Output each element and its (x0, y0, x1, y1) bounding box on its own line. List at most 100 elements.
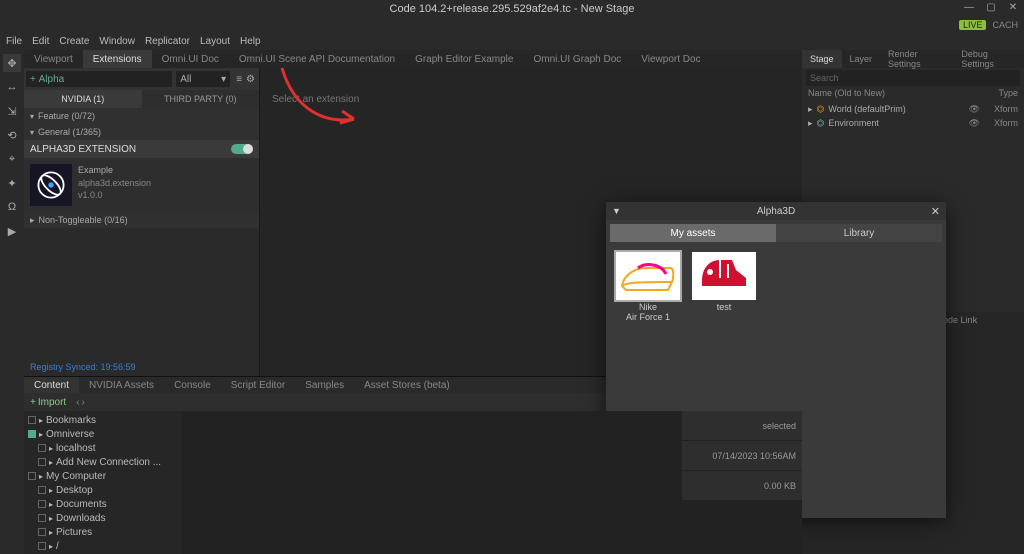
tab-samples[interactable]: Samples (295, 377, 354, 393)
tab-viewport[interactable]: Viewport (24, 50, 83, 68)
list-icon[interactable]: ≡ (236, 74, 242, 85)
tree-item[interactable]: ▸My Computer (24, 469, 182, 483)
extension-filter-dropdown[interactable]: All ▾ (176, 71, 230, 87)
folder-icon: ▸ (49, 500, 53, 509)
tool-button[interactable]: ▶ (3, 222, 21, 240)
menu-layout[interactable]: Layout (200, 36, 230, 47)
tab-nvidia[interactable]: NVIDIA (1) (24, 90, 142, 108)
extension-search-input[interactable]: + Alpha (26, 71, 172, 87)
chevron-down-icon: ▾ (30, 112, 34, 121)
tab-thirdparty[interactable]: THIRD PARTY (0) (142, 90, 260, 108)
group-nontoggle[interactable]: ▸ Non-Toggleable (0/16) (24, 212, 259, 228)
col-type[interactable]: Type (998, 88, 1018, 102)
menu-edit[interactable]: Edit (32, 36, 49, 47)
menu-help[interactable]: Help (240, 36, 261, 47)
tool-button[interactable]: ✥ (3, 54, 21, 72)
chevron-down-icon: ▾ (30, 128, 34, 137)
tree-item[interactable]: ▸Desktop (24, 483, 182, 497)
status-strip: LIVE CACH (0, 18, 1024, 32)
maximize-icon[interactable]: ▢ (984, 2, 998, 13)
folder-icon: ▸ (49, 514, 53, 523)
tree-item[interactable]: ▸Pictures (24, 525, 182, 539)
col-name[interactable]: Name (Old to New) (808, 88, 885, 102)
tab-viewport-doc[interactable]: Viewport Doc (631, 50, 710, 68)
expand-box-icon[interactable] (28, 472, 36, 480)
close-icon[interactable]: ✕ (1006, 2, 1020, 13)
tab-asset-stores-beta-[interactable]: Asset Stores (beta) (354, 377, 460, 393)
tab-graph-editor-example[interactable]: Graph Editor Example (405, 50, 523, 68)
expand-box-icon[interactable] (28, 430, 36, 438)
tool-rail: ✥ ↔ ⇲ ⟲ ⌖ ✦ Ω ▶ (0, 50, 24, 554)
window-controls: — ▢ ✕ (962, 2, 1020, 13)
tab-omni-ui-doc[interactable]: Omni.UI Doc (152, 50, 229, 68)
menu-file[interactable]: File (6, 36, 22, 47)
visibility-icon[interactable]: 👁 (969, 118, 980, 129)
tab-script-editor[interactable]: Script Editor (221, 377, 295, 393)
group-feature[interactable]: ▾ Feature (0/72) (24, 108, 259, 124)
stage-row[interactable]: ▸⏣Environment👁Xform (802, 116, 1024, 130)
minimize-icon[interactable]: — (962, 2, 976, 13)
menu-window[interactable]: Window (99, 36, 135, 47)
folder-icon: ▸ (49, 444, 53, 453)
visibility-icon[interactable]: 👁 (969, 104, 980, 115)
expand-box-icon[interactable] (38, 486, 46, 494)
tab-my-assets[interactable]: My assets (610, 224, 776, 242)
tab-omni-ui-graph-doc[interactable]: Omni.UI Graph Doc (523, 50, 631, 68)
tool-button[interactable]: ✦ (3, 174, 21, 192)
tab-render-settings[interactable]: Render Settings (880, 50, 953, 68)
tool-button[interactable]: ↔ (3, 78, 21, 96)
extension-card-header[interactable]: ALPHA3D EXTENSION (24, 140, 259, 158)
import-button[interactable]: + Import ‹ › (30, 397, 85, 408)
app-title: Code 104.2+release.295.529af2e4.tc - New… (390, 3, 635, 15)
folder-icon: ▸ (49, 458, 53, 467)
file-grid[interactable]: selected 07/14/2023 10:56AM 0.00 KB (182, 411, 802, 554)
tab-library[interactable]: Library (776, 224, 942, 242)
expand-box-icon[interactable] (38, 542, 46, 550)
tree-item[interactable]: ▸Bookmarks (24, 413, 182, 427)
menu-create[interactable]: Create (59, 36, 89, 47)
stage-search-input[interactable]: Search (806, 70, 1020, 86)
expand-box-icon[interactable] (38, 528, 46, 536)
tree-item[interactable]: ▸Documents (24, 497, 182, 511)
tab-nvidia-assets[interactable]: NVIDIA Assets (79, 377, 164, 393)
tool-button[interactable]: ⟲ (3, 126, 21, 144)
extension-card[interactable]: Example alpha3d.extension v1.0.0 (24, 158, 259, 212)
group-general[interactable]: ▾ General (1/365) (24, 124, 259, 140)
gear-icon[interactable]: ⚙ (246, 74, 255, 85)
tool-button[interactable]: ⌖ (3, 150, 21, 168)
tree-item[interactable]: ▸Omniverse (24, 427, 182, 441)
close-icon[interactable]: ✕ (931, 205, 940, 218)
expand-box-icon[interactable] (38, 514, 46, 522)
tab-extensions[interactable]: Extensions (83, 50, 152, 68)
tab-content[interactable]: Content (24, 377, 79, 393)
expand-box-icon[interactable] (38, 500, 46, 508)
expand-box-icon[interactable] (38, 458, 46, 466)
tool-button[interactable]: Ω (3, 198, 21, 216)
extension-enable-toggle[interactable] (231, 144, 253, 154)
tab-layer[interactable]: Layer (842, 50, 881, 68)
tree-item[interactable]: ▸Downloads (24, 511, 182, 525)
asset-thumbnail (616, 252, 680, 300)
menu-replicator[interactable]: Replicator (145, 36, 190, 47)
extensions-panel: + Alpha All ▾ ≡ ⚙ NVIDIA (1) THIRD PARTY… (24, 68, 260, 376)
tab-console[interactable]: Console (164, 377, 221, 393)
chevron-right-icon[interactable]: › (82, 397, 85, 408)
tree-item[interactable]: ▸/ (24, 539, 182, 553)
folder-icon: ▸ (39, 416, 43, 425)
expand-box-icon[interactable] (38, 444, 46, 452)
filter-icon[interactable]: ▼ (612, 206, 621, 216)
asset-item[interactable]: test (692, 252, 756, 323)
file-info-header: selected (682, 411, 802, 441)
folder-icon: ▸ (39, 430, 43, 439)
stage-row[interactable]: ▸⏣World (defaultPrim)👁Xform (802, 102, 1024, 116)
tab-debug-settings[interactable]: Debug Settings (953, 50, 1024, 68)
tree-item[interactable]: ▸localhost (24, 441, 182, 455)
expand-box-icon[interactable] (28, 416, 36, 424)
live-badge[interactable]: LIVE (959, 20, 987, 30)
tool-button[interactable]: ⇲ (3, 102, 21, 120)
tree-item[interactable]: ▸Add New Connection ... (24, 455, 182, 469)
chevron-left-icon[interactable]: ‹ (76, 397, 79, 408)
prim-icon: ⏣ (817, 104, 825, 115)
asset-item[interactable]: NikeAir Force 1 (616, 252, 680, 323)
tab-stage[interactable]: Stage (802, 50, 842, 68)
